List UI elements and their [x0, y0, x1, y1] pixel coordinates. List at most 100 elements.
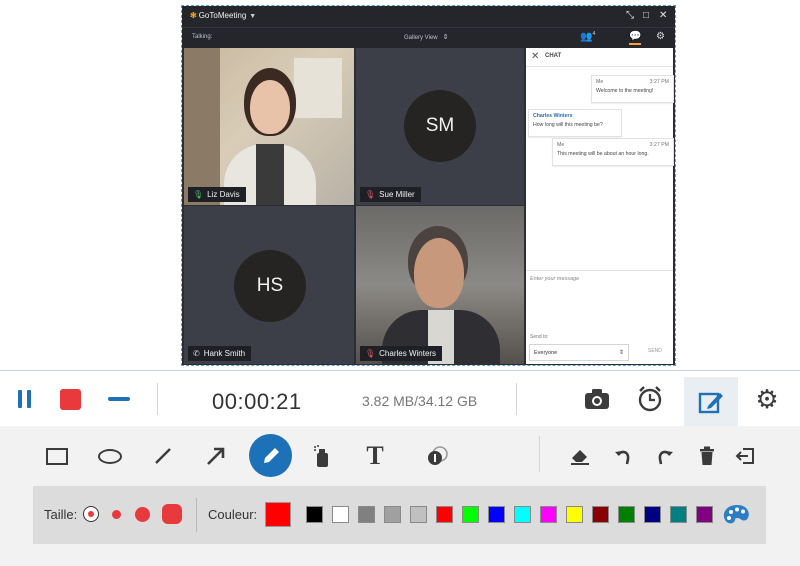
gallery-view-label: Gallery View	[404, 35, 438, 41]
color-swatch[interactable]	[540, 506, 557, 523]
brush-size-2[interactable]	[112, 510, 121, 519]
settings-button[interactable]: ⚙	[750, 383, 784, 415]
color-swatch[interactable]	[410, 506, 427, 523]
color-label: Couleur:	[208, 507, 258, 522]
send-to-select[interactable]: Everyone ⇕	[529, 344, 629, 361]
color-swatch[interactable]	[358, 506, 375, 523]
step-number-tool[interactable]	[418, 436, 458, 476]
pencil-tool[interactable]	[249, 434, 292, 477]
brush-size-3[interactable]	[135, 507, 150, 522]
brush-size-4[interactable]	[162, 504, 182, 524]
arrow-tool[interactable]	[196, 436, 236, 476]
color-swatch[interactable]	[462, 506, 479, 523]
eraser-tool[interactable]	[560, 436, 600, 476]
divider	[157, 383, 158, 415]
ellipse-icon	[98, 448, 122, 464]
color-swatch[interactable]	[488, 506, 505, 523]
line-tool[interactable]	[143, 436, 183, 476]
close-icon[interactable]: ✕	[659, 10, 667, 22]
color-swatch[interactable]	[566, 506, 583, 523]
app-menu[interactable]: ✻ GoToMeeting ▼	[190, 11, 256, 20]
color-swatch[interactable]	[670, 506, 687, 523]
stop-button[interactable]	[55, 386, 85, 412]
attendees-button[interactable]: 👥4	[580, 31, 595, 42]
microphone-icon: 🎙	[193, 190, 204, 199]
close-chat-icon[interactable]: ✕	[531, 51, 539, 62]
chat-bubble-icon[interactable]: 💬	[629, 31, 642, 45]
gotomeeting-logo-icon: ✻	[190, 11, 197, 20]
ellipse-tool[interactable]	[90, 436, 130, 476]
palette-icon	[723, 505, 749, 524]
name-tag-charles-winters: 🎙 Charles Winters	[360, 346, 443, 361]
color-picker-button[interactable]	[721, 501, 753, 529]
stop-icon	[59, 388, 81, 410]
color-swatch[interactable]	[696, 506, 713, 523]
recording-timer: 00:00:21	[212, 389, 302, 414]
color-swatch[interactable]	[618, 506, 635, 523]
exit-icon	[735, 448, 754, 464]
spray-tool[interactable]	[302, 436, 342, 476]
video-tile-hank-smith: HS ✆ Hank Smith	[184, 206, 354, 364]
phone-icon: ✆	[193, 349, 200, 358]
divider	[539, 436, 540, 472]
exit-annotation-button[interactable]	[725, 436, 765, 476]
rectangle-tool[interactable]	[37, 436, 77, 476]
pause-button[interactable]	[8, 386, 40, 412]
clear-button[interactable]	[687, 436, 727, 476]
eraser-icon	[571, 450, 589, 465]
gear-icon: ⚙	[755, 383, 779, 414]
divider	[516, 383, 517, 415]
trash-icon	[700, 446, 714, 465]
brush-settings-row: Taille: Couleur:	[33, 486, 766, 544]
color-swatch[interactable]	[514, 506, 531, 523]
video-tile-sue-miller: SM 🎙 Sue Miller	[356, 48, 524, 205]
microphone-muted-icon: 🎙	[365, 190, 376, 199]
divider	[196, 498, 197, 532]
send-to-label: Send to:	[530, 334, 549, 340]
redo-icon	[658, 450, 673, 465]
pencil-icon	[263, 447, 279, 463]
minimize-button[interactable]	[104, 386, 134, 412]
schedule-button[interactable]	[632, 383, 668, 415]
chat-message: Me 3:27 PM This meeting will be about an…	[552, 138, 674, 166]
color-swatch[interactable]	[306, 506, 323, 523]
color-swatch[interactable]	[644, 506, 661, 523]
color-swatch[interactable]	[332, 506, 349, 523]
chat-message-input[interactable]: Enter your message	[526, 270, 673, 331]
color-swatch[interactable]	[436, 506, 453, 523]
annotate-button[interactable]	[684, 377, 738, 426]
text-tool[interactable]: T	[355, 436, 395, 476]
pause-icon	[17, 390, 31, 408]
background-shelf	[184, 48, 220, 205]
camera-icon	[585, 389, 609, 409]
meeting-sub-bar: Talking: Gallery View ⇕ 👥4 💬 ⚙	[182, 27, 675, 48]
maximize-icon[interactable]: □	[643, 10, 649, 22]
current-color-swatch[interactable]	[265, 502, 291, 527]
redo-button[interactable]	[645, 436, 685, 476]
undo-button[interactable]	[603, 436, 643, 476]
chat-input-placeholder: Enter your message	[530, 276, 580, 282]
send-button[interactable]: SEND	[648, 348, 662, 354]
annotation-tools-row: T	[0, 426, 800, 486]
chat-title: CHAT	[545, 53, 562, 59]
gear-icon[interactable]: ⚙	[656, 31, 665, 42]
color-swatch[interactable]	[384, 506, 401, 523]
size-label: Taille:	[44, 507, 78, 522]
name-tag-liz-davis: 🎙 Liz Davis	[188, 187, 246, 202]
meeting-window: ✻ GoToMeeting ▼ ⤡ □ ✕ Talking: Gallery Vie…	[181, 5, 676, 366]
chat-message: Charles Winters How long will this meeti…	[528, 109, 622, 137]
size-dot-icon	[88, 511, 94, 517]
app-name: GoToMeeting	[198, 11, 247, 20]
chat-message: Me 3:27 PM Welcome to the meeting!	[591, 75, 674, 103]
gallery-view-selector[interactable]: Gallery View ⇕	[404, 33, 448, 41]
attendee-count: 4	[592, 31, 596, 37]
collapse-icon[interactable]: ⤡	[626, 10, 634, 22]
alarm-clock-icon	[638, 386, 662, 412]
color-swatch[interactable]	[592, 506, 609, 523]
brush-size-1[interactable]	[83, 506, 99, 522]
rectangle-icon	[46, 447, 68, 465]
screenshot-button[interactable]	[580, 383, 614, 415]
video-tile-charles-winters: 🎙 Charles Winters	[356, 206, 524, 364]
name-tag-hank-smith: ✆ Hank Smith	[188, 346, 252, 361]
meeting-title-bar: ✻ GoToMeeting ▼ ⤡ □ ✕	[182, 6, 675, 27]
